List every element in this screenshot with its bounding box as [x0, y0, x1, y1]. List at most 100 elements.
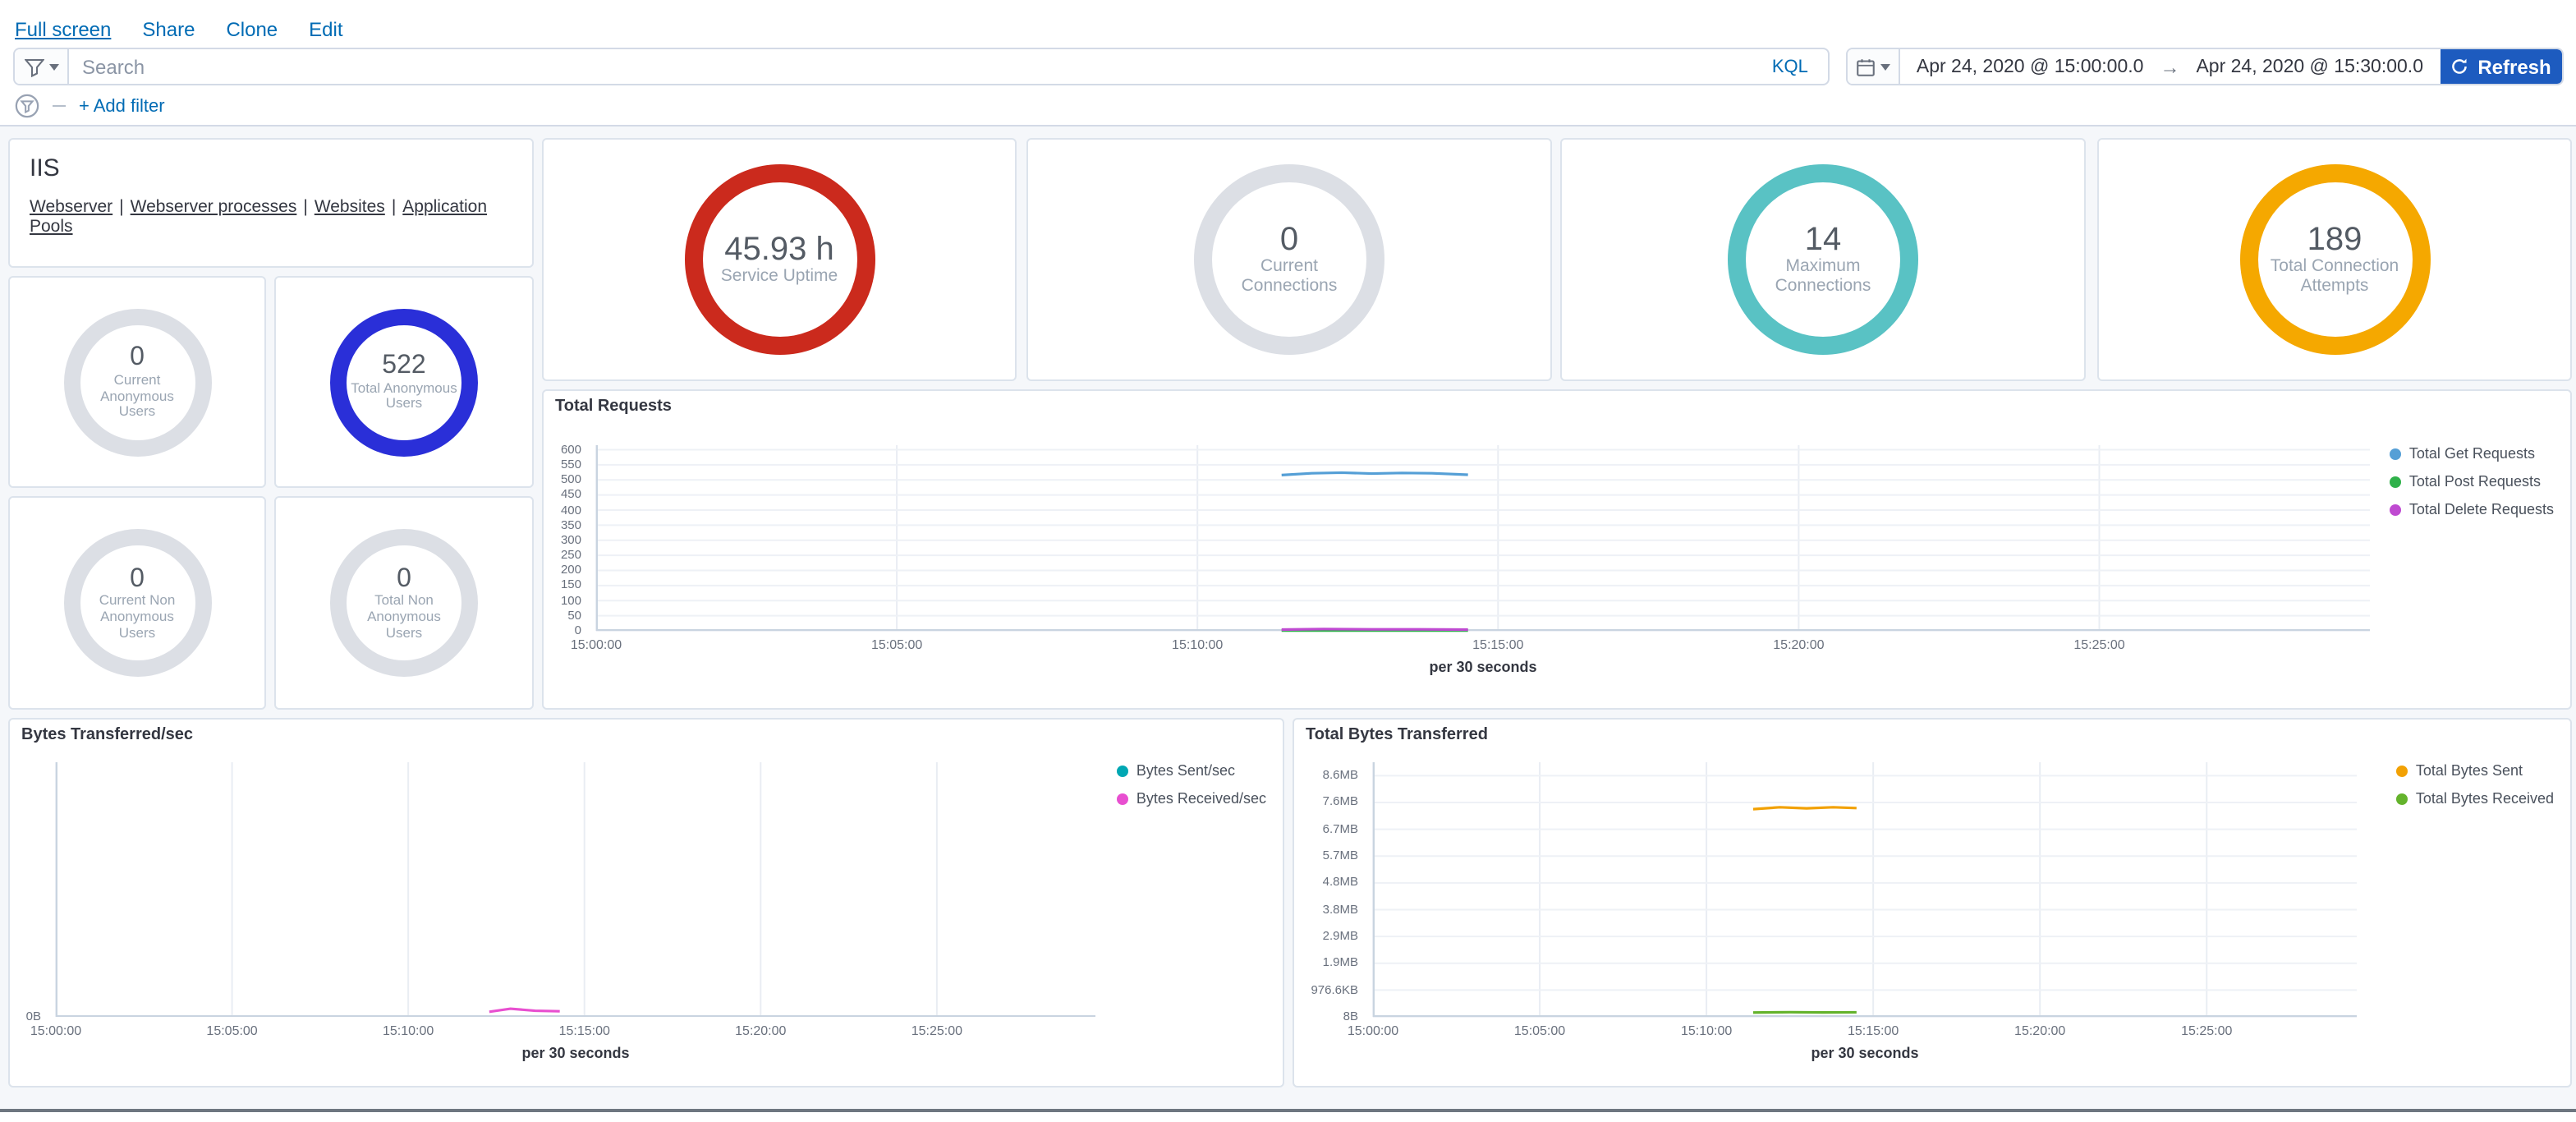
query-bar: KQL Apr 24, 2020 @ 15:00:00.0 → Apr 24, … [13, 48, 2563, 85]
chart-plot[interactable] [1373, 762, 2357, 1017]
x-tick-label: 15:05:00 [1514, 1023, 1565, 1038]
x-tick-label: 15:15:00 [559, 1023, 610, 1038]
legend-item[interactable]: Total Bytes Sent [2396, 762, 2554, 779]
x-tick-label: 15:00:00 [571, 637, 622, 652]
y-tick-label: 0B [26, 1010, 41, 1023]
legend-label: Bytes Sent/sec [1136, 762, 1235, 779]
link-separator: | [392, 197, 396, 217]
y-tick-label: 100 [561, 594, 581, 607]
calendar-icon [1856, 57, 1876, 76]
filter-options-button[interactable] [15, 94, 39, 118]
websites-link[interactable]: Websites [315, 197, 385, 217]
y-tick-label: 500 [561, 473, 581, 486]
chart-plot[interactable] [596, 445, 2370, 631]
kql-button[interactable]: KQL [1752, 49, 1828, 84]
full-screen-link[interactable]: Full screen [15, 18, 111, 41]
calendar-button[interactable] [1848, 49, 1900, 84]
webserver-processes-link[interactable]: Webserver processes [131, 197, 297, 217]
refresh-label: Refresh [2477, 55, 2551, 78]
legend-dot-icon [1117, 765, 1128, 776]
x-tick-label: 15:20:00 [2014, 1023, 2065, 1038]
legend-item[interactable]: Total Post Requests [2390, 473, 2554, 490]
date-to[interactable]: Apr 24, 2020 @ 15:30:00.0 [2179, 49, 2440, 84]
legend-item[interactable]: Bytes Sent/sec [1117, 762, 1266, 779]
x-tick-label: 15:20:00 [1773, 637, 1824, 652]
legend-dot-icon [2396, 793, 2408, 804]
y-axis-labels: 050100150200250300350400450500550600 [544, 445, 588, 631]
kibana-dashboard: Full screen Share Clone Edit KQL Apr 24,… [0, 0, 2576, 1122]
legend-label: Bytes Received/sec [1136, 790, 1266, 807]
y-tick-label: 50 [567, 609, 581, 623]
x-tick-label: 15:00:00 [1348, 1023, 1398, 1038]
edit-link[interactable]: Edit [309, 18, 342, 41]
panel-total-requests: Total Requests 0501001502002503003504004… [542, 389, 2572, 710]
panel-iis-overview: IIS Webserver|Webserver processes|Websit… [8, 138, 534, 268]
legend-label: Total Get Requests [2409, 445, 2535, 462]
chart-plot[interactable] [56, 762, 1095, 1017]
panel-service-uptime: 45.93 h Service Uptime [542, 138, 1017, 381]
window-bottom-edge [0, 1109, 2576, 1112]
refresh-button[interactable]: Refresh [2440, 49, 2561, 84]
legend-dot-icon [2390, 504, 2401, 515]
legend-dot-icon [2390, 476, 2401, 487]
chart-title: Total Bytes Transferred [1306, 726, 1488, 744]
y-axis-labels: 8B976.6KB1.9MB2.9MB3.8MB4.8MB5.7MB6.7MB7… [1294, 762, 1365, 1017]
gauge-label: Total Non Anonymous Users [350, 594, 458, 641]
gauge-value: 0 [1280, 222, 1298, 258]
chart-legend: Total Get Requests Total Post Requests Tot… [2390, 445, 2554, 517]
panel-current-connections: 0 Current Connections [1026, 138, 1552, 381]
gauge-ring: 14 Maximum Connections [1728, 164, 1918, 355]
gauge-label: Current Non Anonymous Users [83, 594, 191, 641]
y-tick-label: 200 [561, 564, 581, 577]
panel-current-anonymous-users: 0 Current Anonymous Users [8, 276, 266, 488]
y-tick-label: 250 [561, 549, 581, 562]
toolbar-links: Full screen Share Clone Edit [15, 18, 343, 41]
clone-link[interactable]: Clone [226, 18, 278, 41]
search-input[interactable] [69, 49, 1752, 84]
legend-item[interactable]: Total Bytes Received [2396, 790, 2554, 807]
date-from[interactable]: Apr 24, 2020 @ 15:00:00.0 [1900, 49, 2160, 84]
y-tick-label: 1.9MB [1323, 957, 1358, 970]
link-separator: | [303, 197, 307, 217]
arrow-right-icon: → [2160, 49, 2179, 84]
y-tick-label: 550 [561, 458, 581, 471]
gauge-label: Current Connections [1217, 258, 1361, 297]
date-picker: Apr 24, 2020 @ 15:00:00.0 → Apr 24, 2020… [1846, 48, 2563, 85]
y-tick-label: 2.9MB [1323, 930, 1358, 943]
y-tick-label: 8B [1343, 1010, 1358, 1023]
legend-label: Total Delete Requests [2409, 501, 2554, 517]
y-tick-label: 350 [561, 518, 581, 531]
x-tick-label: 15:25:00 [2181, 1023, 2232, 1038]
gauge-value: 0 [397, 565, 411, 594]
filter-divider [53, 105, 66, 107]
panel-maximum-connections: 14 Maximum Connections [1560, 138, 2086, 381]
x-tick-label: 15:25:00 [2073, 637, 2124, 652]
x-tick-label: 15:15:00 [1848, 1023, 1899, 1038]
x-axis-labels: 15:00:0015:05:0015:10:0015:15:0015:20:00… [56, 1023, 1095, 1040]
y-tick-label: 300 [561, 534, 581, 547]
gauge-ring: 0 Current Connections [1194, 164, 1384, 355]
gauge-value: 0 [130, 565, 145, 594]
gauge-ring: 522 Total Anonymous Users [330, 308, 478, 456]
legend-item[interactable]: Total Get Requests [2390, 445, 2554, 462]
gauge-label: Total Anonymous Users [350, 380, 458, 412]
x-tick-label: 15:15:00 [1472, 637, 1523, 652]
gauge-value: 522 [382, 352, 425, 380]
filter-bar: + Add filter [15, 94, 165, 118]
search-control: KQL [13, 48, 1830, 85]
y-tick-label: 400 [561, 504, 581, 517]
link-separator: | [119, 197, 123, 217]
gauge-ring: 189 Total Connection Attempts [2239, 164, 2430, 355]
x-tick-label: 15:10:00 [1681, 1023, 1732, 1038]
legend-item[interactable]: Total Delete Requests [2390, 501, 2554, 517]
y-tick-label: 450 [561, 489, 581, 502]
y-tick-label: 976.6KB [1311, 983, 1358, 996]
webserver-link[interactable]: Webserver [30, 197, 112, 217]
y-tick-label: 6.7MB [1323, 823, 1358, 836]
legend-item[interactable]: Bytes Received/sec [1117, 790, 1266, 807]
share-link[interactable]: Share [142, 18, 195, 41]
saved-query-menu-button[interactable] [15, 49, 69, 84]
y-tick-label: 8.6MB [1323, 769, 1358, 782]
add-filter-link[interactable]: + Add filter [79, 96, 165, 116]
filter-circle-icon [15, 94, 39, 118]
